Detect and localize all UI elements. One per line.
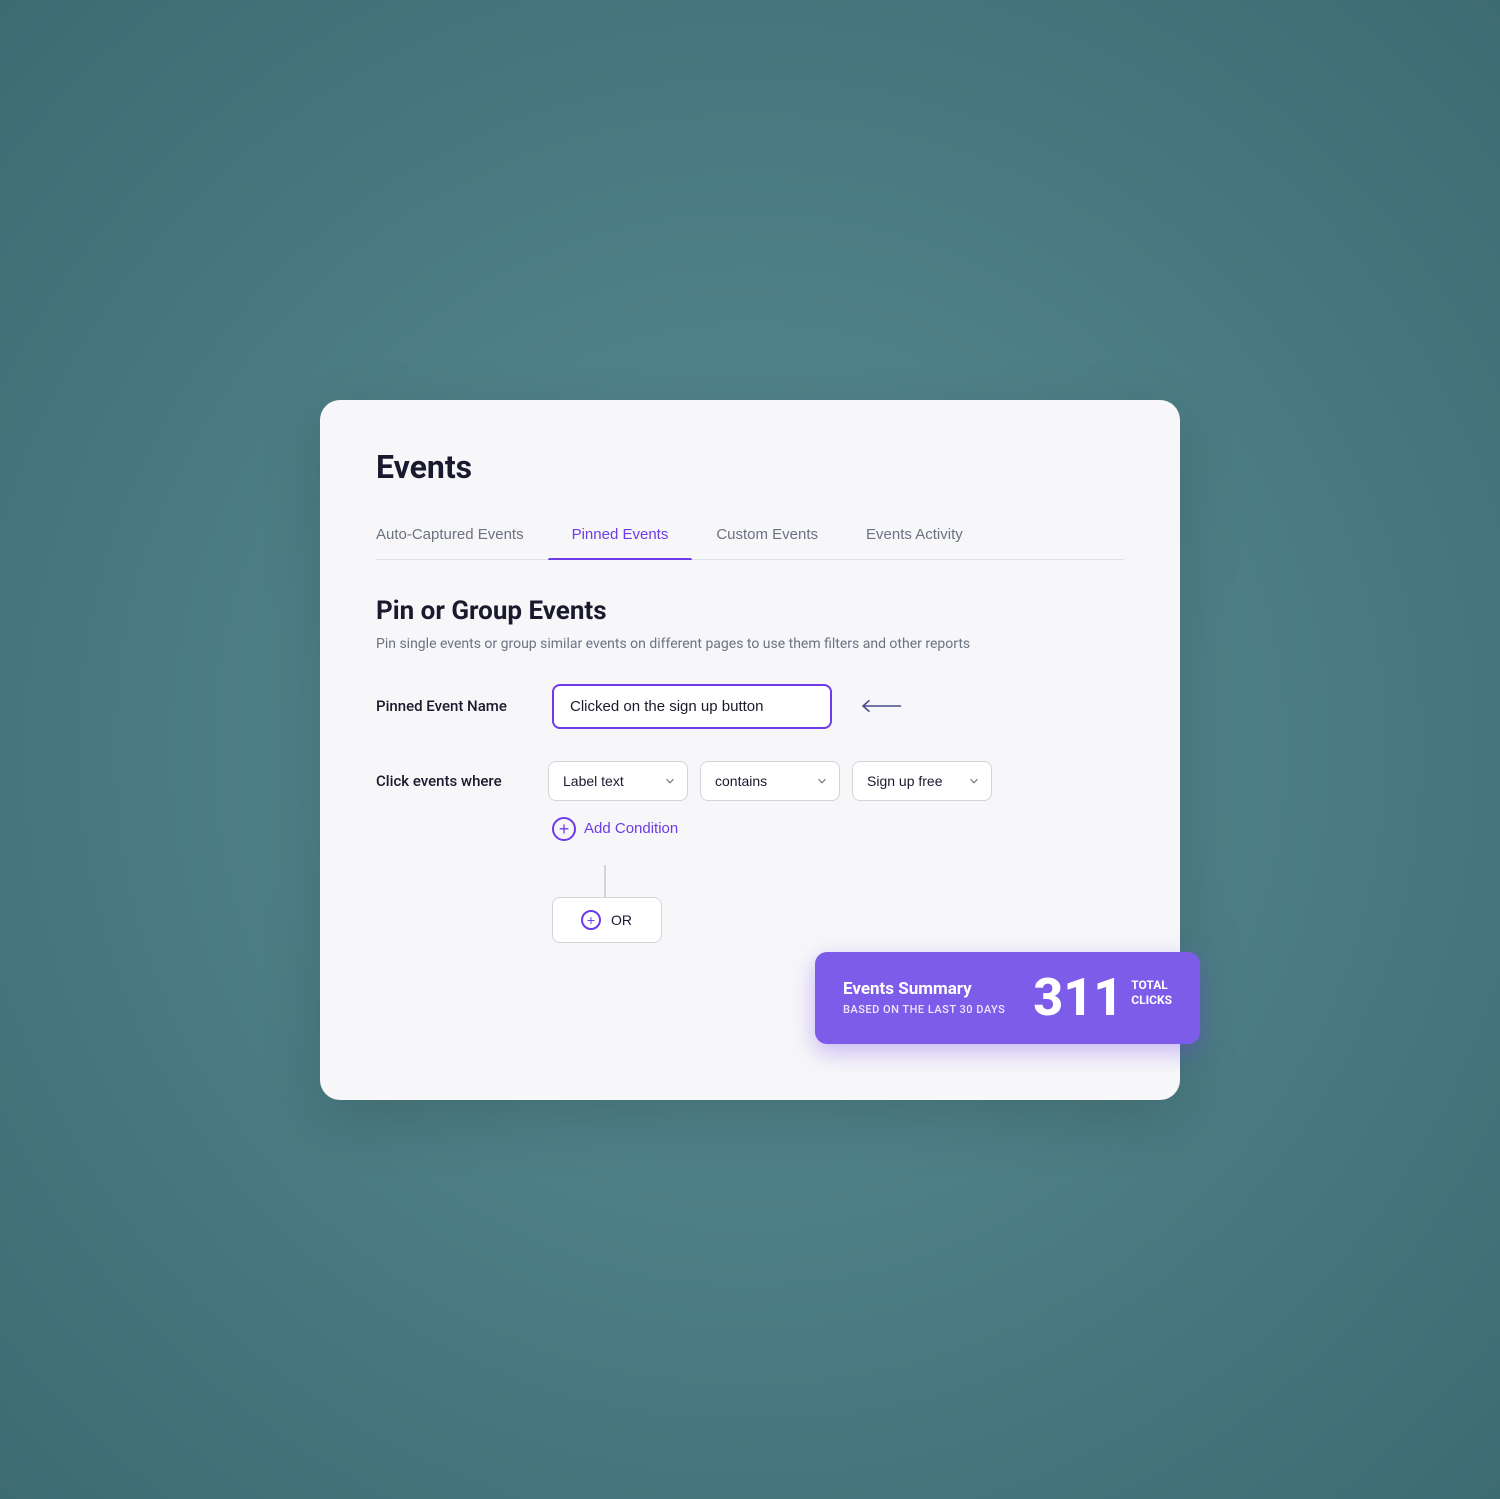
summary-count: 311 <box>1033 972 1123 1024</box>
add-condition-icon: + <box>552 817 576 841</box>
value-select-wrapper: Sign up free Get started Register <box>852 761 992 801</box>
add-condition-label: Add Condition <box>584 820 678 837</box>
operator-select-wrapper: contains equals starts with ends with <box>700 761 840 801</box>
add-condition-button[interactable]: + Add Condition <box>552 817 678 841</box>
or-section: + OR <box>552 865 1124 943</box>
condition-label: Click events where <box>376 772 536 790</box>
arrow-indicator <box>848 694 908 718</box>
main-card: Events Auto-Captured Events Pinned Event… <box>320 400 1180 1100</box>
value-select[interactable]: Sign up free Get started Register <box>852 761 992 801</box>
tab-auto-captured[interactable]: Auto-Captured Events <box>376 510 548 559</box>
field-select-wrapper: Label text URL Element ID Class name <box>548 761 688 801</box>
tab-custom[interactable]: Custom Events <box>692 510 842 559</box>
pinned-event-name-input[interactable] <box>552 684 832 729</box>
tab-activity[interactable]: Events Activity <box>842 510 987 559</box>
summary-title: Events Summary <box>843 979 1005 999</box>
condition-row: Click events where Label text URL Elemen… <box>376 761 1124 801</box>
events-summary-card: Events Summary BASED ON THE LAST 30 DAYS… <box>815 952 1200 1044</box>
tabs-nav: Auto-Captured Events Pinned Events Custo… <box>376 510 1124 560</box>
or-label: OR <box>611 912 632 928</box>
field-select[interactable]: Label text URL Element ID Class name <box>548 761 688 801</box>
operator-select[interactable]: contains equals starts with ends with <box>700 761 840 801</box>
summary-text-block: Events Summary BASED ON THE LAST 30 DAYS <box>843 979 1005 1016</box>
or-plus-icon: + <box>581 910 601 930</box>
pinned-event-label: Pinned Event Name <box>376 697 536 715</box>
summary-count-label-line1: TOTAL <box>1131 978 1172 994</box>
conditions-area: Click events where Label text URL Elemen… <box>376 761 1124 943</box>
summary-count-label-line2: CLICKS <box>1131 993 1172 1009</box>
summary-count-label: TOTAL CLICKS <box>1131 972 1172 1009</box>
summary-count-block: 311 TOTAL CLICKS <box>1033 972 1172 1024</box>
pinned-event-name-row: Pinned Event Name <box>376 684 1124 729</box>
section-description: Pin single events or group similar event… <box>376 636 1124 652</box>
or-divider-line <box>604 865 606 897</box>
section-title: Pin or Group Events <box>376 596 1124 626</box>
page-title: Events <box>376 448 1124 486</box>
or-button[interactable]: + OR <box>552 897 662 943</box>
summary-subtitle: BASED ON THE LAST 30 DAYS <box>843 1003 1005 1016</box>
tab-pinned[interactable]: Pinned Events <box>548 510 693 559</box>
